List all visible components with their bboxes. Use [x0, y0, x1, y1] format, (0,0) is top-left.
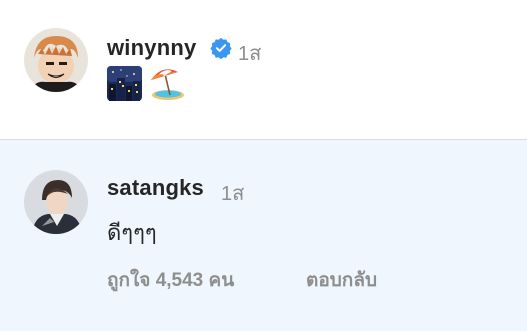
reply-button[interactable]: ตอบกลับ — [306, 265, 377, 295]
original-comment: winynny 1ส — [0, 0, 527, 139]
night-city-emoji-icon — [107, 66, 142, 104]
verified-badge-icon — [210, 37, 232, 64]
post-time: 1ส — [238, 43, 262, 65]
avatar-satangks[interactable] — [24, 170, 88, 234]
likes-count[interactable]: ถูกใจ 4,543 คน — [107, 265, 234, 295]
reply-text: ดีๆๆๆ — [107, 220, 157, 245]
reply-time: 1ส — [221, 183, 245, 205]
avatar-winynny[interactable] — [24, 28, 88, 92]
post-emojis — [107, 66, 186, 104]
beach-umbrella-emoji-icon — [148, 66, 186, 104]
reply-comment: satangks 1ส — [0, 140, 527, 331]
post-username[interactable]: winynny — [107, 35, 196, 61]
reply-username[interactable]: satangks — [107, 175, 204, 201]
